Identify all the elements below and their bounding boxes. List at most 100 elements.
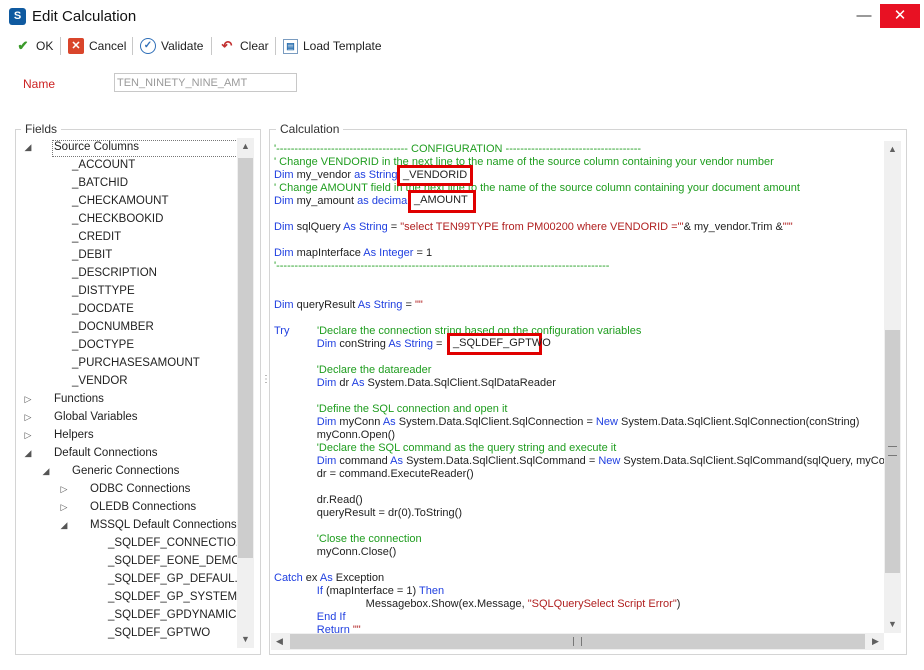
load-template-label: Load Template [303,39,382,53]
code-token: As String [343,221,388,233]
tree-node-column[interactable]: _BATCHID [72,174,128,192]
scroll-down-icon[interactable]: ▼ [884,616,901,633]
code-token: = 1 [413,247,433,259]
tree-node-odbc-connections[interactable]: ODBC Connections [90,480,190,498]
tree-scroll-thumb[interactable] [238,158,253,558]
code-token: As Integer [363,247,414,259]
ok-label: OK [36,39,54,53]
code-line: Return "" [274,624,361,633]
tree-node-column[interactable]: _DOCNUMBER [72,318,154,336]
code-token: myConn.Close() [274,546,397,558]
tree-node-mssql-item[interactable]: _SQLDEF_GP_DEFAUL... [108,570,244,588]
tree-node-column[interactable]: _DESCRIPTION [72,264,157,282]
code-token: sqlQuery [296,221,344,233]
clear-button[interactable]: ↶ Clear [219,37,269,55]
expanded-arrow-icon[interactable]: ◢ [41,462,51,480]
cancel-label: Cancel [89,39,127,53]
code-token: As [382,416,399,428]
cancel-button[interactable]: ✕ Cancel [68,37,126,55]
tree-node-global-variables[interactable]: Global Variables [54,408,138,426]
tree-node-mssql-item[interactable]: _SQLDEF_CONNECTIO... [108,534,245,552]
ok-button[interactable]: ✔ OK [15,37,54,55]
tree-node-source-columns[interactable]: Source Columns [54,138,139,156]
code-token: 'Define the SQL connection and open it [316,403,508,415]
tree-node-default-connections[interactable]: Default Connections [54,444,158,462]
code-line: 'Close the connection [274,533,422,546]
code-token: System.Data.SqlClient.SqlCommand(sqlQuer… [623,455,884,467]
tree-node-functions[interactable]: Functions [54,390,104,408]
tree-node-oledb-connections[interactable]: OLEDB Connections [90,498,196,516]
expanded-arrow-icon[interactable]: ◢ [59,516,69,534]
tree-node-column[interactable]: _PURCHASESAMOUNT [72,354,200,372]
tree-node-mssql-item[interactable]: _SQLDEF_GPTWO [108,624,210,642]
code-token: ' Change VENDORID in the next line to th… [274,156,774,168]
code-line: Dim queryResult As String = "" [274,299,423,312]
splitter-grip[interactable]: ⋮ [261,375,271,393]
name-input[interactable]: TEN_NINETY_NINE_AMT [114,73,297,92]
tree-node-column[interactable]: _DOCDATE [72,300,134,318]
collapsed-arrow-icon[interactable]: ▷ [59,498,69,516]
tree-node-column[interactable]: _CHECKBOOKID [72,210,163,228]
code-line: Dim my_vendor as String = [274,169,410,182]
code-line: Dim my_amount as decimal = [274,195,422,208]
code-token: dr = command.ExecuteReader() [274,468,474,480]
code-token: ex [305,572,320,584]
code-token: As [351,377,368,389]
code-token: myConn [339,416,383,428]
code-editor[interactable]: '------------------------------------ CO… [271,141,884,633]
scroll-up-icon[interactable]: ▲ [237,138,254,155]
code-token: "" [414,299,423,311]
tree-node-column[interactable]: _ACCOUNT [72,156,135,174]
expanded-arrow-icon[interactable]: ◢ [23,444,33,462]
validate-label: Validate [161,39,204,53]
code-line: '------------------------------------ CO… [274,143,641,156]
code-token: = [402,299,415,311]
code-token: Catch [274,572,306,584]
code-token: 'Declare the datareader [316,364,432,376]
scroll-grip-icon [888,446,897,456]
tree-node-column[interactable]: _DOCTYPE [72,336,134,354]
tree-node-mssql-item[interactable]: _SQLDEF_GPDYNAMICS [108,606,244,624]
validate-button[interactable]: ✓ Validate [140,37,203,55]
collapsed-arrow-icon[interactable]: ▷ [23,426,33,444]
scroll-up-icon[interactable]: ▲ [884,141,901,158]
code-token: 'Close the connection [316,533,422,545]
code-line: Catch ex As Exception [274,572,384,585]
tree-node-column[interactable]: _VENDOR [72,372,128,390]
fields-tree: ◢ Source Columns _ACCOUNT _BATCHID _CHEC… [20,138,256,648]
code-token: (mapInterface = 1) [325,585,420,597]
collapsed-arrow-icon[interactable]: ▷ [23,390,33,408]
scroll-left-icon[interactable]: ◀ [271,633,288,650]
tree-node-mssql-item[interactable]: _SQLDEF_EONE_DEMO [108,552,240,570]
minimize-icon[interactable]: — [853,6,875,26]
tree-node-column[interactable]: _CREDIT [72,228,121,246]
code-token: Return [316,624,353,633]
scroll-down-icon[interactable]: ▼ [237,631,254,648]
collapsed-arrow-icon[interactable]: ▷ [23,408,33,426]
code-line: Dim sqlQuery As String = "select TEN99TY… [274,221,793,234]
collapsed-arrow-icon[interactable]: ▷ [59,480,69,498]
code-token: 'Declare the SQL command as the query st… [316,442,617,454]
code-token: "'" [782,221,793,233]
tree-node-mssql-default-connections[interactable]: MSSQL Default Connections [90,516,237,534]
expanded-arrow-icon[interactable]: ◢ [23,138,33,156]
code-token: Messagebox.Show(ex.Message, [274,598,528,610]
code-token: As String [357,299,403,311]
code-token: System.Data.SqlClient.SqlConnection(conS… [620,416,860,428]
tree-node-column[interactable]: _CHECKAMOUNT [72,192,168,210]
scroll-right-icon[interactable]: ▶ [867,633,884,650]
tree-node-column[interactable]: _DISTTYPE [72,282,135,300]
code-line: dr.Read() [274,494,363,507]
tree-node-helpers[interactable]: Helpers [54,426,94,444]
code-token: as decimal [357,195,410,207]
code-token: As String [388,338,433,350]
load-template-button[interactable]: ▤ Load Template [283,37,382,55]
tree-node-generic-connections[interactable]: Generic Connections [72,462,179,480]
code-line: Dim command As System.Data.SqlClient.Sql… [274,455,884,468]
tree-node-mssql-item[interactable]: _SQLDEF_GP_SYSTEM... [108,588,247,606]
close-icon[interactable]: ✕ [880,4,920,28]
tree-node-column[interactable]: _DEBIT [72,246,112,264]
